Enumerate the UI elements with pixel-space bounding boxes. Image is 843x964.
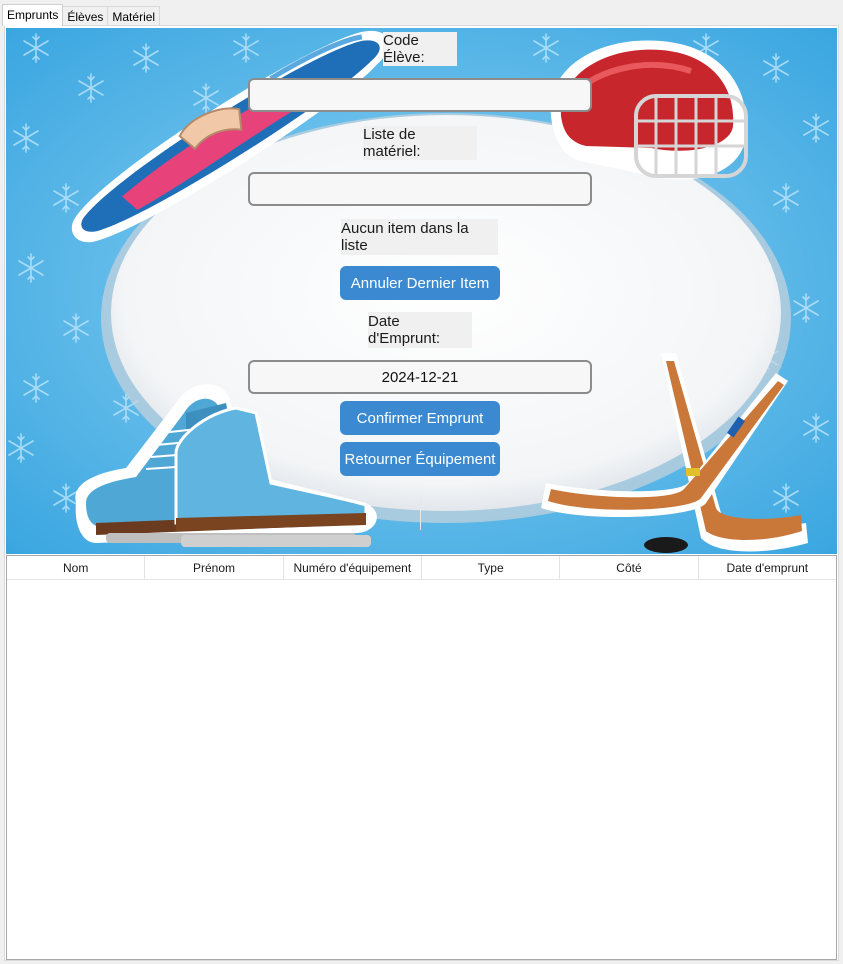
column-header-cote[interactable]: Côté — [560, 556, 699, 579]
emprunts-table[interactable]: Nom Prénom Numéro d'équipement Type Côté… — [6, 555, 837, 960]
column-header-date[interactable]: Date d'emprunt — [699, 556, 836, 579]
status-text: Aucun item dans la liste — [341, 219, 498, 255]
background-illustration: Code Élève: Liste de matériel: Aucun ite… — [6, 28, 837, 554]
column-header-prenom[interactable]: Prénom — [145, 556, 284, 579]
liste-materiel-label: Liste de matériel: — [363, 126, 477, 160]
code-eleve-input[interactable] — [248, 78, 592, 112]
confirmer-emprunt-button[interactable]: Confirmer Emprunt — [340, 401, 500, 435]
divider — [420, 496, 421, 530]
date-emprunt-label: Date d'Emprunt: — [368, 312, 472, 348]
tab-bar: Emprunts Élèves Matériel — [2, 4, 161, 26]
tab-emprunts[interactable]: Emprunts — [2, 4, 64, 26]
date-emprunt-input[interactable] — [248, 360, 592, 394]
annuler-dernier-item-button[interactable]: Annuler Dernier Item — [340, 266, 500, 300]
retourner-equipement-button[interactable]: Retourner Équipement — [340, 442, 500, 476]
code-eleve-label: Code Élève: — [383, 32, 457, 66]
table-body — [7, 580, 836, 960]
tab-materiel[interactable]: Matériel — [107, 6, 161, 26]
column-header-numero[interactable]: Numéro d'équipement — [284, 556, 422, 579]
tab-eleves[interactable]: Élèves — [62, 6, 109, 26]
column-header-nom[interactable]: Nom — [7, 556, 146, 579]
liste-materiel-input[interactable] — [248, 172, 592, 206]
table-header: Nom Prénom Numéro d'équipement Type Côté… — [7, 556, 836, 580]
column-header-type[interactable]: Type — [422, 556, 561, 579]
app-window: Emprunts Élèves Matériel Code Élève: Lis… — [0, 0, 843, 964]
